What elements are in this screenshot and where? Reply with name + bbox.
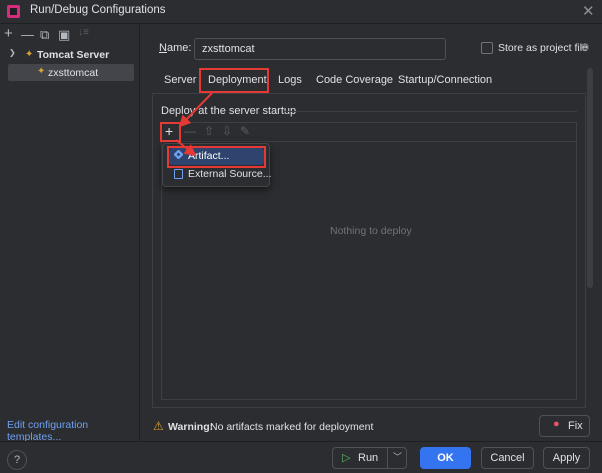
- gear-icon[interactable]: ⚙: [580, 41, 590, 54]
- tab-code-coverage[interactable]: Code Coverage: [316, 74, 393, 86]
- ok-button[interactable]: OK: [420, 447, 471, 469]
- edit-deployment-icon[interactable]: ✎: [240, 124, 250, 138]
- menu-item-external-source[interactable]: External Source...: [188, 168, 271, 180]
- move-down-icon[interactable]: ⇩: [222, 124, 232, 138]
- folder-icon[interactable]: ▣: [58, 27, 70, 43]
- copy-config-icon[interactable]: ⧉: [40, 27, 49, 43]
- help-button[interactable]: ?: [7, 450, 27, 470]
- annotation-box-artifact: [167, 146, 266, 168]
- chevron-down-icon[interactable]: ❯: [9, 48, 16, 57]
- app-logo-icon: [7, 5, 20, 18]
- tree-item-tomcat-server[interactable]: Tomcat Server: [37, 49, 109, 61]
- section-separator: [283, 111, 577, 112]
- tabs-divider: [152, 93, 586, 94]
- fix-button-label[interactable]: Fix: [568, 420, 583, 432]
- warning-message: No artifacts marked for deployment: [210, 421, 374, 433]
- tomcat-icon: ✦: [37, 66, 46, 77]
- warning-label: Warning:: [168, 421, 214, 433]
- move-up-icon[interactable]: ⇧: [204, 124, 214, 138]
- tree-item-zxsttomcat[interactable]: zxsttomcat: [48, 67, 98, 79]
- name-field[interactable]: [194, 38, 446, 60]
- run-split-divider: [387, 447, 388, 469]
- tab-logs[interactable]: Logs: [278, 74, 302, 86]
- close-icon[interactable]: ✕: [582, 2, 595, 20]
- tomcat-icon: ✦: [25, 49, 34, 60]
- run-icon: ▷: [342, 452, 351, 464]
- empty-list-text: Nothing to deploy: [330, 225, 412, 237]
- name-label: Name:: [159, 42, 192, 54]
- store-as-project-label: Store as project file: [498, 42, 588, 54]
- remove-config-icon[interactable]: —: [21, 27, 34, 42]
- external-source-icon: [174, 169, 183, 179]
- store-as-project-checkbox[interactable]: [481, 42, 493, 54]
- tab-server[interactable]: Server: [164, 74, 196, 86]
- chevron-down-icon[interactable]: ﹀: [393, 450, 402, 463]
- name-label-rest: ame:: [166, 42, 192, 54]
- vertical-scrollbar[interactable]: [587, 68, 593, 288]
- bulb-icon: ●: [553, 418, 560, 430]
- apply-button[interactable]: Apply: [543, 447, 590, 469]
- run-label: Run: [358, 452, 379, 464]
- sort-icon[interactable]: ↓≡: [78, 27, 89, 38]
- cancel-button[interactable]: Cancel: [481, 447, 534, 469]
- warning-icon: ⚠: [153, 419, 164, 433]
- annotation-box-deployment-tab: [199, 68, 269, 93]
- window-title: Run/Debug Configurations: [30, 4, 166, 16]
- edit-templates-link[interactable]: Edit configuration templates...: [7, 419, 139, 443]
- configuration-tree-panel: + — ⧉ ▣ ↓≡ ❯ ✦ Tomcat Server ✦ zxsttomca…: [0, 25, 140, 443]
- deploy-section-title: Deploy at the server startup: [161, 105, 297, 117]
- tab-startup-connection[interactable]: Startup/Connection: [398, 74, 492, 86]
- footer-divider: [0, 441, 602, 442]
- annotation-box-add-button: [160, 122, 181, 142]
- add-config-icon[interactable]: +: [4, 25, 13, 42]
- remove-deployment-icon[interactable]: —: [184, 124, 196, 138]
